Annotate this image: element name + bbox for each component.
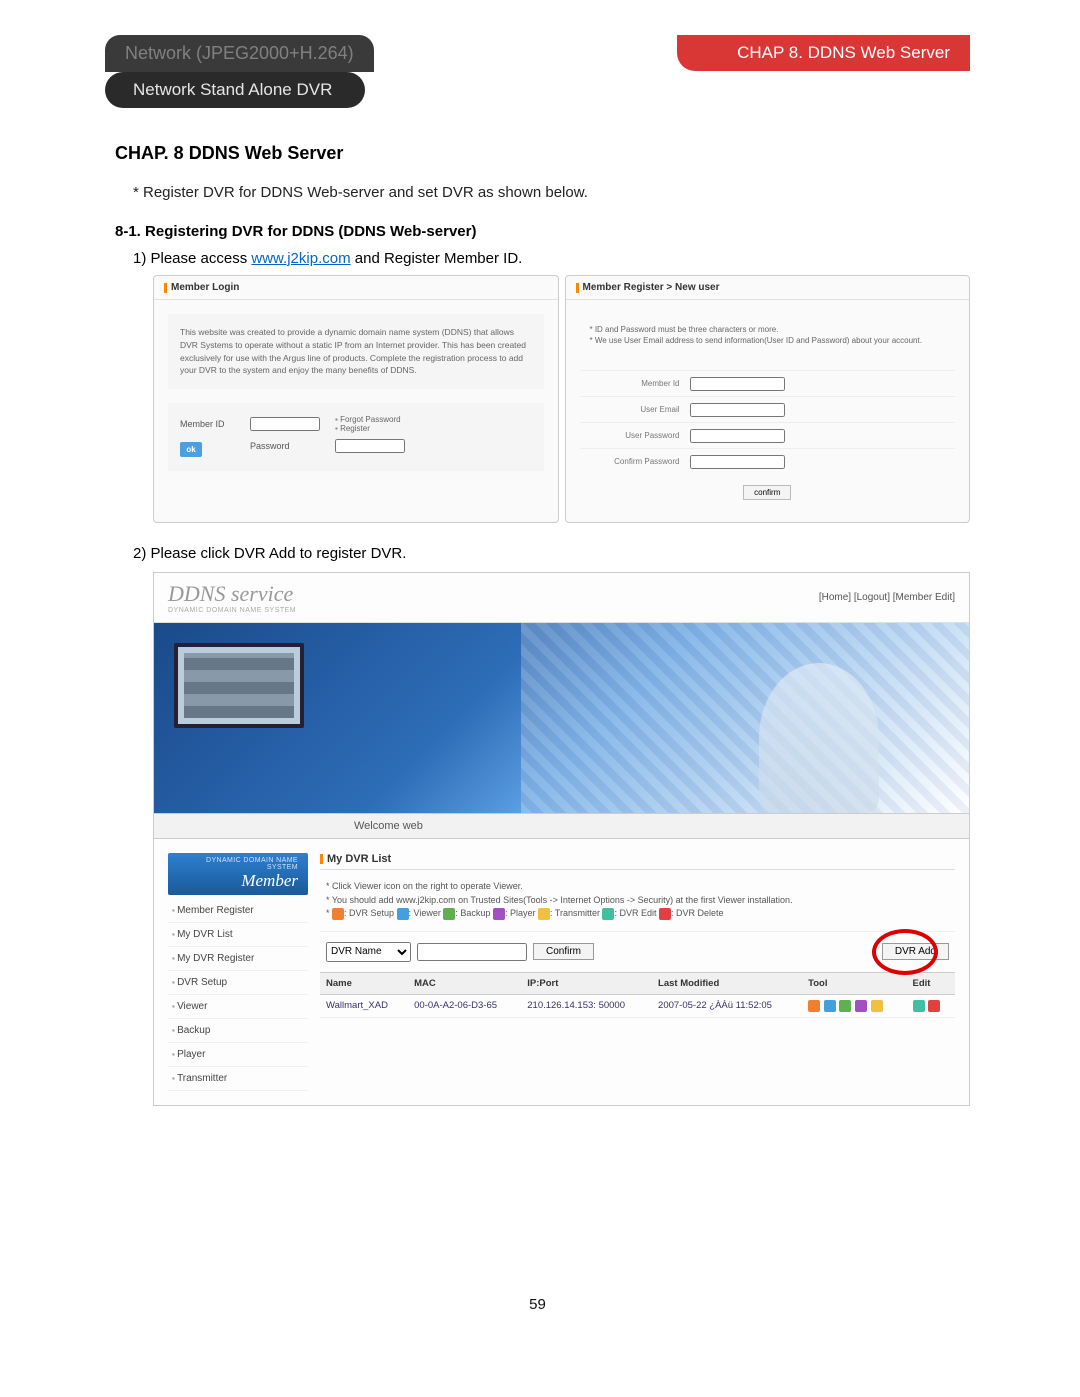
confirm-search-button[interactable]: Confirm [533,943,594,960]
label-password: Password [250,441,325,451]
header-tab-sub: Network Stand Alone DVR [105,72,365,108]
reg-email-input[interactable] [690,403,785,417]
reg-confirm-password-input[interactable] [690,455,785,469]
j2kip-link[interactable]: www.j2kip.com [251,250,350,267]
register-panel: Member Register > New user * ID and Pass… [565,275,971,523]
col-lastmod: Last Modified [652,972,802,994]
highlight-circle-icon [872,929,938,975]
col-tool: Tool [802,972,906,994]
sidebar-item-viewer[interactable]: Viewer [168,995,308,1019]
edit-icon [602,908,614,920]
label-member-id: Member Id [580,379,690,388]
sidebar: DYNAMIC DOMAIN NAME SYSTEM Member Member… [168,853,308,1091]
accent-bar-icon [320,854,323,864]
register-panel-title: Member Register > New user [583,282,720,293]
col-mac: MAC [408,972,521,994]
cell-ipport: 210.126.14.153: 50000 [521,994,652,1017]
step-1: 1) Please access www.j2kip.com and Regis… [133,250,970,267]
register-notes: * ID and Password must be three characte… [580,314,956,356]
sidebar-item-my-dvr-list[interactable]: My DVR List [168,923,308,947]
register-link[interactable]: Register [335,424,532,433]
member-id-input[interactable] [250,417,320,431]
row-edit-icon[interactable] [913,1000,925,1012]
sidebar-menu: Member Register My DVR List My DVR Regis… [168,899,308,1091]
sidebar-item-dvr-setup[interactable]: DVR Setup [168,971,308,995]
app-nav-links[interactable]: [Home] [Logout] [Member Edit] [819,592,955,603]
chapter-title: CHAP. 8 DDNS Web Server [115,143,970,164]
login-panel: Member Login This website was created to… [153,275,559,523]
reg-member-id-input[interactable] [690,377,785,391]
label-user-email: User Email [580,405,690,414]
app-title: DDNS service [168,581,296,607]
viewer-icon [397,908,409,920]
row-setup-icon[interactable] [808,1000,820,1012]
row-player-icon[interactable] [855,1000,867,1012]
login-form: Member ID ok Password Forgot Password Re… [168,403,544,471]
col-ipport: IP:Port [521,972,652,994]
label-user-password: User Password [580,431,690,440]
accent-bar-icon [576,283,579,293]
cell-lastmod: 2007-05-22 ¿ÀÀü 11:52:05 [652,994,802,1017]
section-title: 8-1. Registering DVR for DDNS (DDNS Web-… [115,223,970,240]
password-input[interactable] [335,439,405,453]
table-row: Wallmart_XAD 00-0A-A2-06-D3-65 210.126.1… [320,994,955,1017]
confirm-button[interactable]: confirm [743,485,791,500]
cell-mac: 00-0A-A2-06-D3-65 [408,994,521,1017]
transmitter-icon [538,908,550,920]
sidebar-item-player[interactable]: Player [168,1043,308,1067]
hints-block: * Click Viewer icon on the right to oper… [320,870,955,932]
sidebar-header: DYNAMIC DOMAIN NAME SYSTEM Member [168,853,308,895]
sidebar-item-my-dvr-register[interactable]: My DVR Register [168,947,308,971]
delete-icon [659,908,671,920]
main-pane: My DVR List * Click Viewer icon on the r… [320,853,955,1018]
player-icon [493,908,505,920]
dvr-table: Name MAC IP:Port Last Modified Tool Edit… [320,972,955,1018]
row-transmitter-icon[interactable] [871,1000,883,1012]
label-confirm-password: Confirm Password [580,457,690,466]
setup-icon [332,908,344,920]
intro-text: * Register DVR for DDNS Web-server and s… [133,184,970,201]
header-tab-right: CHAP 8. DDNS Web Server [677,35,970,71]
reg-password-input[interactable] [690,429,785,443]
row-delete-icon[interactable] [928,1000,940,1012]
banner-image [154,623,969,813]
page-number: 59 [105,1296,970,1313]
cell-edit [907,994,955,1017]
login-panel-title: Member Login [171,282,239,293]
sidebar-item-transmitter[interactable]: Transmitter [168,1067,308,1091]
forgot-password-link[interactable]: Forgot Password [335,415,532,424]
sidebar-item-backup[interactable]: Backup [168,1019,308,1043]
search-bar: DVR Name Confirm DVR Add [320,932,955,972]
cell-tools [802,994,906,1017]
register-form: Member Id User Email User Password Confi… [580,370,956,508]
search-input[interactable] [417,943,527,961]
row-backup-icon[interactable] [839,1000,851,1012]
app-topbar: DDNS service DYNAMIC DOMAIN NAME SYSTEM … [154,573,969,623]
figure-ddns-app: DDNS service DYNAMIC DOMAIN NAME SYSTEM … [153,572,970,1106]
sidebar-item-member-register[interactable]: Member Register [168,899,308,923]
login-blurb: This website was created to provide a dy… [168,314,544,389]
main-pane-title: My DVR List [327,853,391,865]
cell-name: Wallmart_XAD [320,994,408,1017]
col-name: Name [320,972,408,994]
welcome-bar: Welcome web [154,813,969,839]
ok-button[interactable]: ok [180,442,202,457]
step-2: 2) Please click DVR Add to register DVR. [133,545,970,562]
search-field-select[interactable]: DVR Name [326,942,411,962]
app-title-sub: DYNAMIC DOMAIN NAME SYSTEM [168,607,296,614]
backup-icon [443,908,455,920]
accent-bar-icon [164,283,167,293]
label-member-id: Member ID [180,419,240,429]
header-tab-left: Network (JPEG2000+H.264) [105,35,374,72]
row-viewer-icon[interactable] [824,1000,836,1012]
figure-login-register: Member Login This website was created to… [153,275,970,523]
col-edit: Edit [907,972,955,994]
table-header-row: Name MAC IP:Port Last Modified Tool Edit [320,972,955,994]
